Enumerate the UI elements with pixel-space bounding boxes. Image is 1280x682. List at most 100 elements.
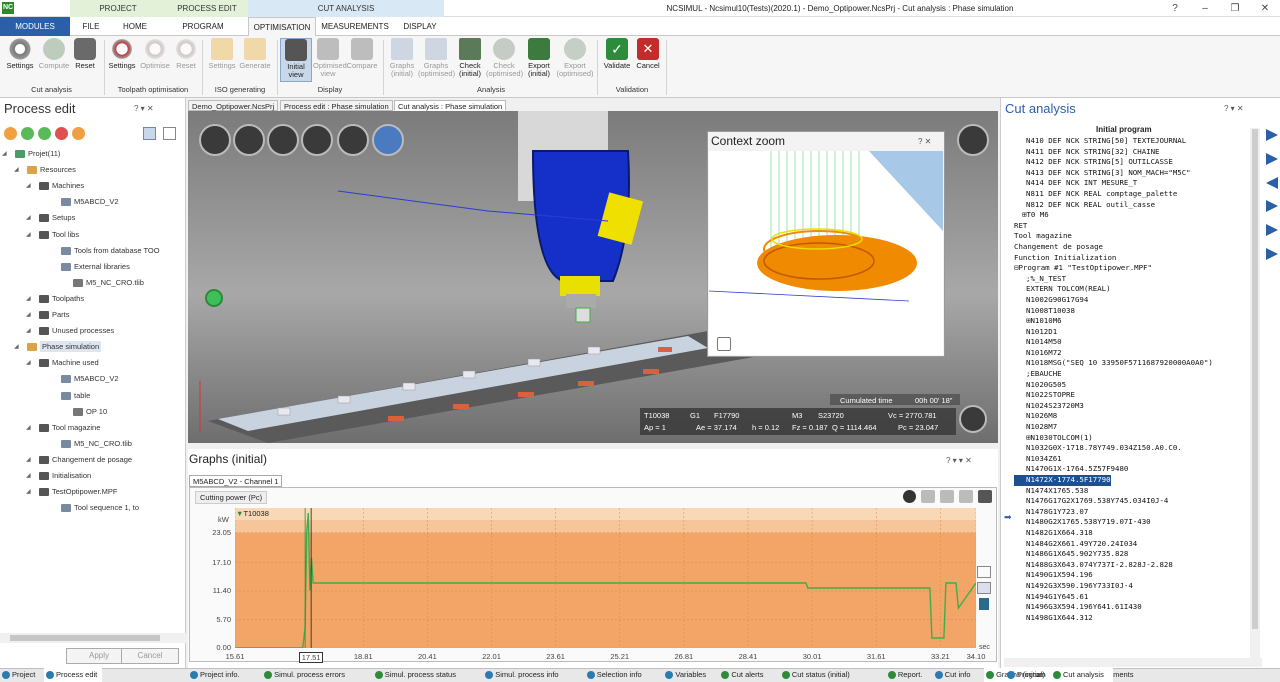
export-initial-button[interactable]: Export (initial) [523, 38, 555, 78]
tree-item[interactable]: ◢ Changement de posage [26, 455, 132, 464]
tab-optimisation[interactable]: OPTIMISATION [248, 17, 316, 36]
code-line[interactable]: N1034Z61 [1014, 454, 1250, 465]
bottom-tab[interactable]: Simul. process errors [262, 668, 370, 682]
expand-icon[interactable]: ◢ [14, 166, 24, 174]
print-icon[interactable] [921, 490, 935, 503]
code-line[interactable]: N1474X1765.538 [1014, 486, 1250, 497]
code-line[interactable]: N410 DEF NCK STRING[50] TEXTEJOURNAL [1014, 136, 1250, 147]
code-line[interactable]: N1018MSG("SEQ 10 33950F5711687920000A0A0… [1014, 358, 1250, 369]
tab-home[interactable]: HOME [112, 17, 158, 36]
section-icon[interactable] [337, 124, 369, 156]
view-orientation-icon[interactable] [199, 124, 231, 156]
expand-icon[interactable]: ◢ [26, 214, 36, 222]
code-line[interactable]: N414 DEF NCK INT MESURE_T [1014, 178, 1250, 189]
refresh-icon[interactable] [38, 127, 51, 140]
tree-item[interactable]: ◢ Tool magazine [26, 423, 100, 432]
code-line[interactable]: N1008T10038 [1014, 306, 1250, 317]
bottom-tab[interactable]: Project info. [188, 668, 259, 682]
graphs-initial-button[interactable]: Graphs (initial) [386, 38, 418, 78]
doc-tab-cut-analysis[interactable]: Cut analysis : Phase simulation [394, 100, 507, 111]
code-line[interactable]: ⊞T0 M6 [1014, 210, 1250, 221]
code-line[interactable]: N1496G3X594.196Y641.61I430 [1014, 602, 1250, 613]
channel-tab[interactable]: M5ABCD_V2 - Channel 1 [189, 475, 283, 487]
code-line[interactable]: Tool magazine [1014, 231, 1250, 242]
tree-item[interactable]: M5ABCD_V2 [48, 198, 119, 207]
tree-item[interactable]: M5_NC_CRO.tlib [60, 278, 144, 287]
toolpath-settings-button[interactable]: Settings [106, 38, 138, 70]
code-line[interactable]: N1484G2X661.49Y720.24I034 [1014, 539, 1250, 550]
code-line[interactable]: RET [1014, 221, 1250, 232]
expand-icon[interactable]: ◢ [26, 359, 36, 367]
code-line[interactable]: N1476G17G2X1769.538Y745.034I0J-4 [1014, 496, 1250, 507]
expand-icon[interactable] [48, 375, 58, 383]
cancel-panel-button[interactable]: Cancel [121, 648, 179, 664]
tab-modules[interactable]: MODULES [0, 17, 70, 36]
code-line[interactable]: N411 DEF NCK STRING[32] CHAINE [1014, 147, 1250, 158]
export-optimised-button[interactable]: Export (optimised) [556, 38, 594, 78]
doc-tab-process-edit[interactable]: Process edit : Phase simulation [280, 100, 393, 111]
code-line[interactable]: N1482G1X664.318 [1014, 528, 1250, 539]
expand-icon[interactable]: ◢ [26, 472, 36, 480]
bottom-tab[interactable]: Simul. process status [373, 668, 481, 682]
export-icon[interactable] [959, 490, 973, 503]
code-line[interactable]: N1490G1X594.196 [1014, 570, 1250, 581]
expand-icon[interactable] [48, 198, 58, 206]
expand-icon[interactable]: ◢ [26, 488, 36, 496]
graphs-controls[interactable]: ? ▾ ▾ ✕ [946, 456, 972, 465]
series-button[interactable]: Cutting power (Pc) [195, 491, 268, 504]
optimise-button[interactable]: Optimise [139, 38, 171, 70]
refresh-icon[interactable] [21, 127, 34, 140]
code-line[interactable]: N1002G90G17G94 [1014, 295, 1250, 306]
code-line[interactable]: N1022STOPRE [1014, 390, 1250, 401]
tree-item[interactable]: Tools from database TOO [48, 246, 160, 255]
expand-icon[interactable] [60, 279, 70, 287]
cancel-button[interactable]: ✕ Cancel [632, 38, 664, 70]
expand-icon[interactable]: ◢ [2, 150, 12, 158]
cut-analysis-settings-button[interactable]: Settings [4, 38, 36, 70]
cut-analysis-controls[interactable]: ? ▾ ✕ [1224, 104, 1244, 113]
code-line[interactable]: N1486G1X645.902Y735.828 [1014, 549, 1250, 560]
code-line[interactable]: N1478G1Y723.07 [1014, 507, 1250, 518]
code-line[interactable]: N1012D1 [1014, 327, 1250, 338]
nc-program-listing[interactable]: N410 DEF NCK STRING[50] TEXTEJOURNAL N411… [1014, 136, 1250, 658]
settings-icon[interactable] [903, 490, 916, 503]
detail-view-icon[interactable] [163, 127, 176, 140]
code-line[interactable]: Changement de posage [1014, 242, 1250, 253]
code-line[interactable]: N1016M72 [1014, 348, 1250, 359]
tree-item[interactable]: ◢ Unused processes [26, 327, 114, 336]
tab-file[interactable]: FILE [70, 17, 112, 36]
code-hscrollbar[interactable] [1004, 658, 1262, 667]
tab-display[interactable]: DISPLAY [394, 17, 446, 36]
bottom-tab-cut-analysis[interactable]: Cut analysis [1051, 668, 1113, 682]
settings-icon[interactable] [72, 127, 85, 140]
bottom-tab-process-edit[interactable]: Process edit [44, 668, 102, 682]
tree-item[interactable]: OP 10 [60, 407, 107, 416]
tree-item[interactable]: ◢ Machine used [26, 359, 99, 368]
expand-icon[interactable]: ◢ [26, 327, 36, 335]
tree-item[interactable]: ◢ Resources [14, 166, 76, 175]
tree-item[interactable]: ◢ TestOptipower.MPF [26, 488, 117, 497]
code-line[interactable]: Function Initialization [1014, 253, 1250, 264]
bottom-tab[interactable]: Cut status (initial) [780, 668, 883, 682]
tree-item[interactable]: ◢ Projet(11) [2, 150, 60, 159]
code-scrollbar[interactable] [1250, 128, 1260, 658]
toolpath-reset-button[interactable]: Reset [170, 38, 202, 70]
code-line[interactable]: N412 DEF NCK STRING[5] OUTILCASSE [1014, 157, 1250, 168]
layers-icon[interactable] [267, 124, 299, 156]
expand-icon[interactable] [60, 408, 70, 416]
tree-item[interactable]: ◢ Parts [26, 311, 70, 320]
tree-item[interactable]: ◢ Phase simulation [14, 341, 102, 353]
code-line[interactable]: N1028M7 [1014, 422, 1250, 433]
maximize-button[interactable]: ❐ [1220, 0, 1250, 17]
tree-item[interactable]: External libraries [48, 262, 130, 271]
tab-measurements[interactable]: MEASUREMENTS [316, 17, 394, 36]
code-line[interactable]: EXTERN TOLCOM(REAL) [1014, 284, 1250, 295]
rotate-icon[interactable] [372, 124, 404, 156]
code-line[interactable]: ;%_N_TEST [1014, 274, 1250, 285]
compute-button[interactable]: Compute [38, 38, 70, 70]
code-line[interactable]: N413 DEF NCK STRING[3] NOM_MACH="M5C" [1014, 168, 1250, 179]
fit-x-icon[interactable] [977, 566, 991, 578]
expand-icon[interactable]: ◢ [26, 295, 36, 303]
expand-icon[interactable]: ◢ [26, 231, 36, 239]
code-line[interactable]: N1494G1Y645.61 [1014, 592, 1250, 603]
